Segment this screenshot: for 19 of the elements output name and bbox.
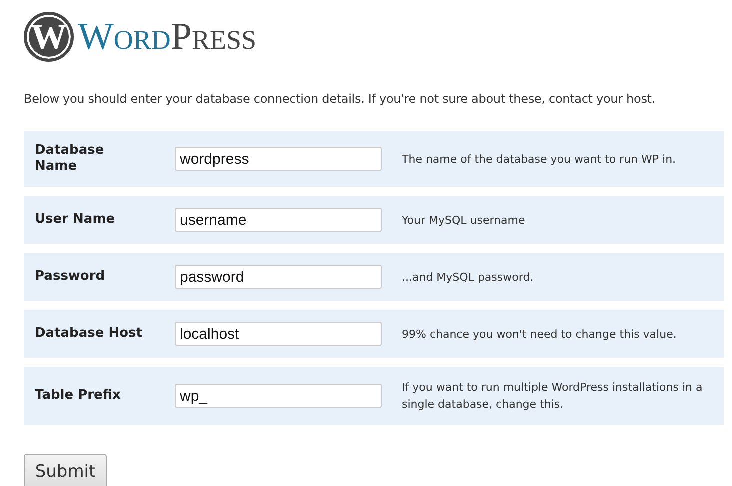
help-text: Your MySQL username xyxy=(402,212,526,228)
logo-wordmark: WordPress xyxy=(78,15,257,59)
input-field[interactable]: password xyxy=(175,265,382,289)
input-field[interactable]: username xyxy=(175,208,382,232)
input-field[interactable]: wp_ xyxy=(175,384,382,408)
input-field[interactable]: localhost xyxy=(175,322,382,346)
intro-text: Below you should enter your database connection details. If you're not sure about these, contact your host. xyxy=(24,92,657,106)
submit-button[interactable]: Submit xyxy=(24,454,107,486)
input-field[interactable]: wordpress xyxy=(175,147,382,171)
help-text: The name of the database you want to run WP in. xyxy=(402,152,678,168)
help-text: ...and MySQL password. xyxy=(402,270,535,286)
help-text: 99% chance you won't need to change this value. xyxy=(402,326,678,342)
field-label: Password xyxy=(35,269,106,285)
field-label: Database Host xyxy=(35,326,144,342)
field-label: Table Prefix xyxy=(35,388,122,404)
logo-mark: W xyxy=(24,12,74,62)
field-label: Database Name xyxy=(35,143,106,175)
field-label: User Name xyxy=(35,212,116,228)
help-text: If you want to run multiple WordPress installations in a single database, change this. xyxy=(402,380,704,413)
